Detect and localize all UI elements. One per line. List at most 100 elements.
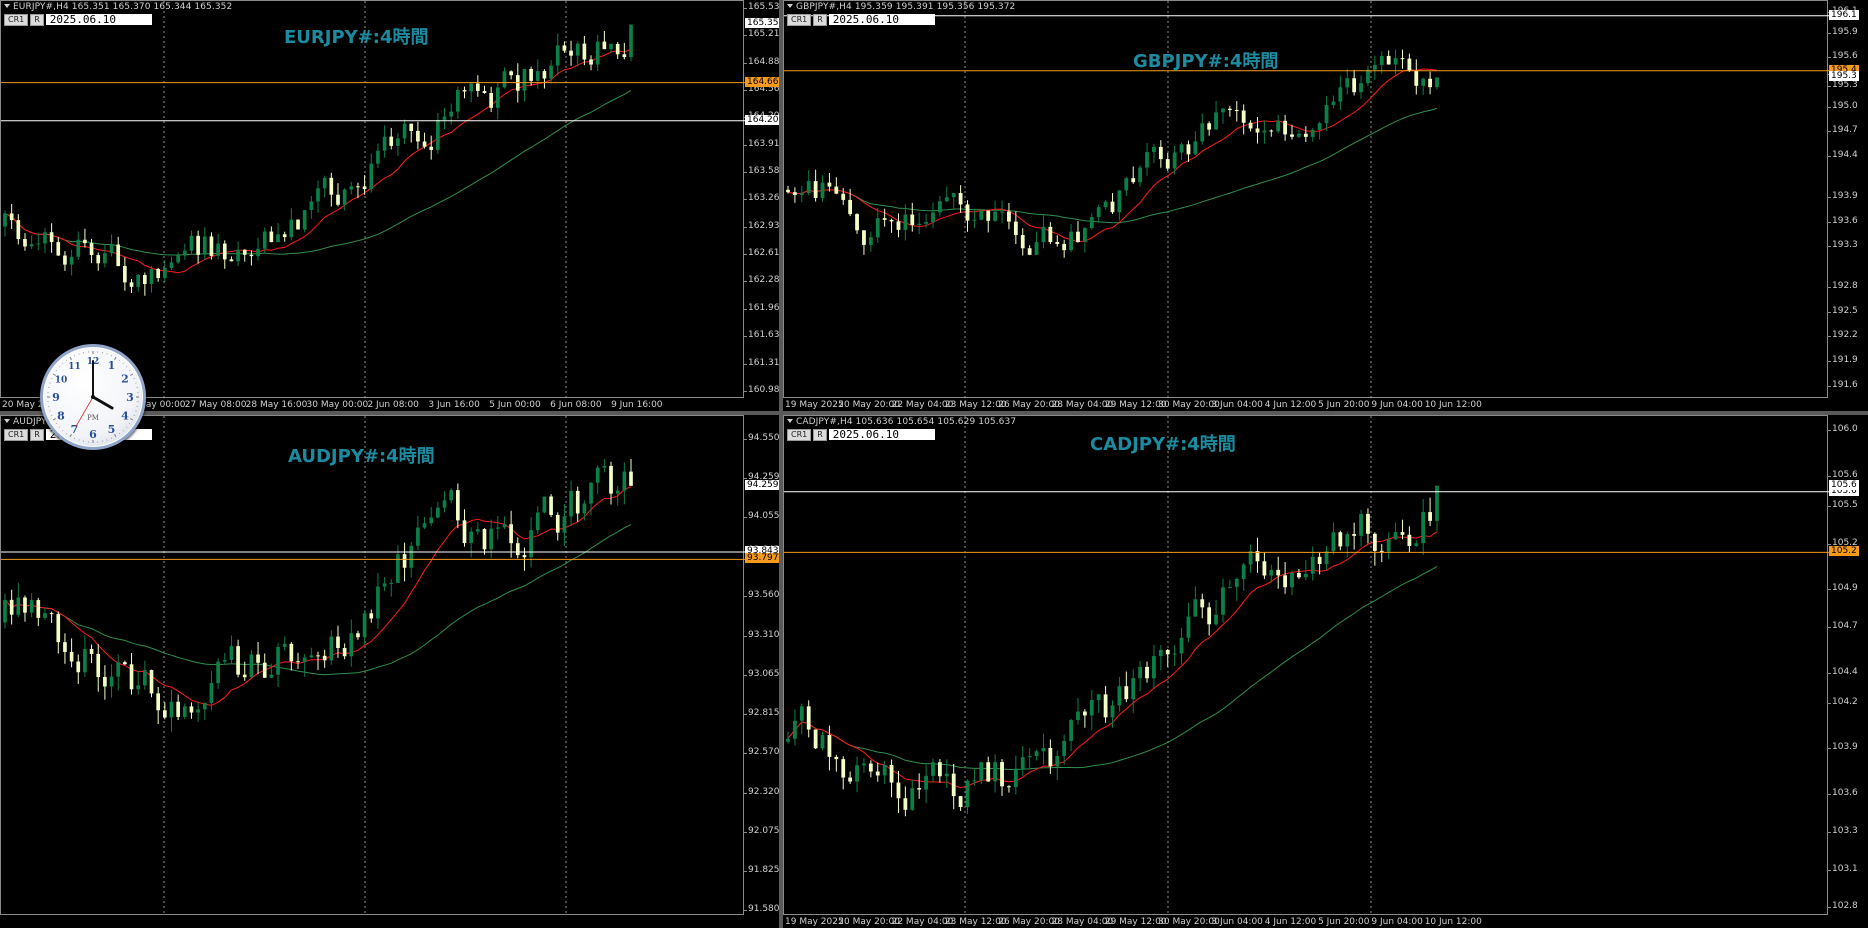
candlestick-chart[interactable] [1,416,745,916]
candle [289,208,294,241]
price-axis[interactable]: 165.535165.210164.885164.560164.207163.9… [743,0,779,398]
current-price-label: 105.6 [1829,480,1859,491]
candle [16,582,21,618]
date-input[interactable]: 2025.06.10 16:00 [828,429,935,451]
price-axis-tick: 161.635 [743,330,779,340]
candle [196,230,200,264]
time-axis-tick: 28 May 16:00 [245,400,308,410]
time-axis[interactable]: 19 May 2025 20 May 20:00 22 May 04:00 23 Ma… [783,398,1828,411]
candle [1089,690,1094,731]
candle [116,236,121,267]
candle [502,67,507,89]
time-axis-tick: 30 May 00:00 [306,400,369,410]
candlestick-chart[interactable] [1,1,745,399]
candle [1172,645,1177,666]
candle [143,660,147,691]
candle [1027,245,1032,256]
collapse-triangle-icon[interactable] [787,419,793,423]
candle [889,218,894,233]
candle [1255,117,1260,144]
candle [1407,53,1412,72]
candle [336,183,340,207]
cr1-button[interactable]: CR1 [787,13,812,26]
candle [349,181,354,195]
price-axis-tick: 105.6 [1828,469,1858,480]
price-axis[interactable]: 94.55094.25994.05593.84393.56093.31093.0… [744,415,779,915]
r-button[interactable]: R [813,428,827,441]
time-axis[interactable]: 19 May 2025 20 May 20:00 22 May 04:00 23 Ma… [783,915,1828,928]
candle [1234,577,1239,601]
time-axis-tick: 10 Jun 12:00 [1424,917,1482,927]
candle [1359,509,1363,547]
candlestick-chart[interactable] [784,1,1829,399]
chart-plot-area[interactable]: GBPJPY#,H4 195.359 195.391 195.356 195.3… [783,0,1829,399]
candle [143,272,147,296]
candle [1290,124,1294,140]
candle [369,609,374,623]
candle [993,200,998,223]
current-price-label: 165.352 [745,18,779,29]
candle [1345,531,1350,558]
candle [1297,569,1301,579]
candle [1234,101,1239,122]
candle [1110,193,1115,214]
price-axis-tick: 91.580 [744,904,779,915]
candle [382,125,387,158]
date-input[interactable]: 2025.06.10 16:00 [45,14,152,36]
chart-plot-area[interactable]: AUDJPY#,H4 94.244 94.259CR1R2025.06.10 1… [0,415,745,916]
time-axis-tick: 27 May 08:00 [184,400,247,410]
candle [595,465,600,495]
candle [903,786,908,817]
clock-numeral: 6 [89,428,97,441]
chart-panel-gbpjpy[interactable]: GBPJPY#,H4 195.359 195.391 195.356 195.3… [783,0,1868,411]
candlestick-chart[interactable] [784,416,1829,916]
candle [309,196,314,219]
r-button[interactable]: R [30,428,44,441]
price-axis-tick: 163.260 [743,193,779,203]
chart-panel-cadjpy[interactable]: CADJPY#,H4 105.636 105.654 105.629 105.6… [783,415,1868,928]
price-axis-tick: 91.825 [744,865,779,876]
collapse-triangle-icon[interactable] [4,4,10,8]
collapse-triangle-icon[interactable] [4,419,10,423]
chart-plot-area[interactable]: CADJPY#,H4 105.636 105.654 105.629 105.6… [783,415,1829,916]
time-axis-tick: 19 May 2025 [785,400,844,410]
cr1-button[interactable]: CR1 [4,428,29,441]
price-axis[interactable]: 106.0 105.6 105.5 105.2 104.9 104.7 104.4 104.2… [1828,415,1868,915]
cr1-button[interactable]: CR1 [787,428,812,441]
candle [1386,532,1391,560]
price-axis-tick: 162.285 [743,275,779,285]
candle [1200,593,1205,619]
r-button[interactable]: R [813,13,827,26]
chart-plot-area[interactable]: EURJPY#,H4 165.351 165.370 165.344 165.3… [0,0,745,399]
candle [182,703,187,720]
date-input[interactable]: 2025.06.10 16:00 [828,14,935,36]
price-axis[interactable]: 196.1195.9195.6195.4195.3195.0194.7194.4… [1828,0,1868,398]
candle [1076,698,1080,725]
candle [1283,115,1288,141]
candle [43,228,47,254]
r-button[interactable]: R [30,13,44,26]
candle [1297,129,1301,139]
candle [3,210,7,237]
candle [216,658,220,689]
candle [436,501,440,519]
analog-clock-widget[interactable]: 121234567891011PM [40,344,146,450]
collapse-triangle-icon[interactable] [787,4,793,8]
candle [1027,748,1032,770]
candle [83,228,87,248]
moving-average-fast [787,531,1438,789]
candle [222,652,227,665]
candle [1366,65,1370,87]
candle [841,188,846,205]
candle [944,186,949,203]
candle [322,175,327,198]
cr1-button[interactable]: CR1 [4,13,29,26]
candle [242,249,247,262]
candle [422,132,427,149]
candle [1255,537,1260,573]
candle [96,644,101,692]
chart-panel-audjpy[interactable]: AUDJPY#,H4 94.244 94.259CR1R2025.06.10 1… [0,415,779,928]
candle [855,756,859,793]
time-axis-tick: 5 Jun 20:00 [1318,917,1370,927]
time-axis-tick: 19 May 2025 [785,917,844,927]
